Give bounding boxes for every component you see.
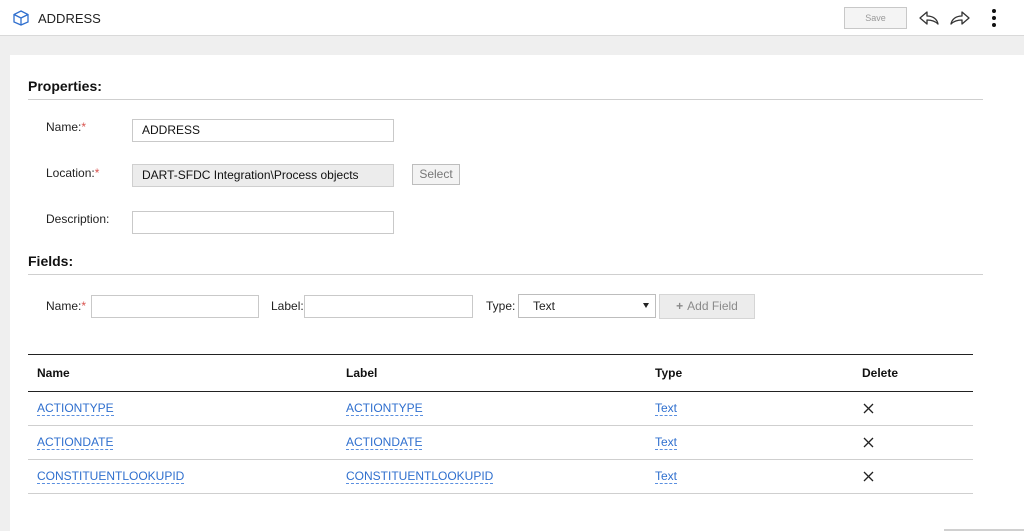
add-field-button[interactable]: + Add Field — [659, 294, 755, 319]
properties-divider — [28, 99, 983, 100]
properties-heading: Properties: — [28, 78, 102, 94]
name-input[interactable]: ADDRESS — [132, 119, 394, 142]
table-header: Name Label Type Delete — [28, 354, 973, 392]
field-name-link[interactable]: ACTIONTYPE — [37, 401, 114, 416]
redo-icon[interactable] — [949, 9, 971, 27]
plus-icon: + — [676, 299, 684, 313]
field-name-input[interactable] — [91, 295, 259, 318]
field-type-link[interactable]: Text — [655, 401, 678, 416]
more-menu-icon[interactable] — [989, 8, 999, 28]
delete-icon[interactable] — [863, 437, 874, 448]
column-header-label: Label — [346, 366, 378, 380]
column-header-name: Name — [37, 366, 70, 380]
fields-table: Name Label Type Delete ACTIONTYPE ACTION… — [28, 354, 973, 494]
fields-divider — [28, 274, 983, 275]
location-field: DART-SFDC Integration\Process objects — [132, 164, 394, 187]
delete-icon[interactable] — [863, 403, 874, 414]
undo-icon[interactable] — [918, 9, 940, 27]
cube-icon — [13, 10, 29, 26]
table-row: CONSTITUENTLOOKUPID CONSTITUENTLOOKUPID … — [28, 460, 973, 494]
required-marker: * — [94, 166, 100, 180]
column-header-type: Type — [655, 366, 683, 380]
location-label: Location:* — [46, 166, 100, 180]
table-row: ACTIONDATE ACTIONDATE Text — [28, 426, 973, 460]
select-location-button[interactable]: Select — [412, 164, 460, 185]
required-marker: * — [81, 120, 87, 134]
add-field-label: Add Field — [687, 299, 738, 313]
field-type-value: Text — [533, 299, 556, 313]
field-label-link[interactable]: ACTIONTYPE — [346, 401, 423, 416]
field-name-link[interactable]: ACTIONDATE — [37, 435, 114, 450]
field-label-label: Label: — [271, 299, 304, 313]
required-marker: * — [81, 299, 87, 313]
page-title: ADDRESS — [38, 11, 101, 26]
field-name-label: Name:* — [46, 299, 87, 313]
field-type-link[interactable]: Text — [655, 469, 678, 484]
description-label: Description: — [46, 212, 110, 226]
field-type-label: Type: — [486, 299, 516, 313]
fields-heading: Fields: — [28, 253, 74, 269]
field-type-select[interactable]: Text — [518, 294, 656, 318]
delete-icon[interactable] — [863, 471, 874, 482]
name-label: Name:* — [46, 120, 87, 134]
field-label-input[interactable] — [304, 295, 473, 318]
description-input[interactable] — [132, 211, 394, 234]
main-panel: Properties: Name:* ADDRESS Location:* DA… — [10, 55, 1024, 531]
top-bar: ADDRESS Save — [0, 0, 1024, 36]
dropdown-caret-icon — [643, 303, 649, 308]
save-button[interactable]: Save — [844, 7, 907, 29]
field-label-link[interactable]: ACTIONDATE — [346, 435, 423, 450]
table-row: ACTIONTYPE ACTIONTYPE Text — [28, 392, 973, 426]
field-type-link[interactable]: Text — [655, 435, 678, 450]
field-label-link[interactable]: CONSTITUENTLOOKUPID — [346, 469, 494, 484]
field-name-link[interactable]: CONSTITUENTLOOKUPID — [37, 469, 185, 484]
column-header-delete: Delete — [862, 366, 899, 380]
